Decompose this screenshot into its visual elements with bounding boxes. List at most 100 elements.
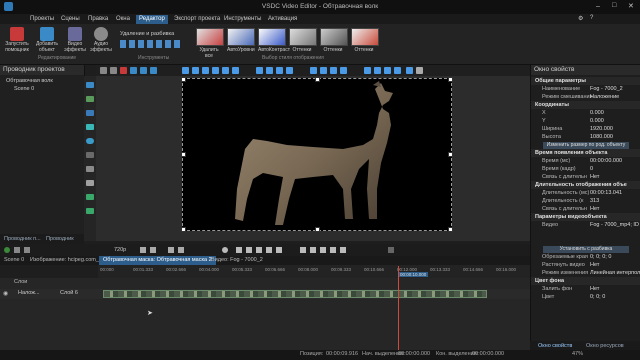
style-thumb-tints-1[interactable]: Оттенки	[289, 28, 317, 53]
property-action-button[interactable]: Изменить размер по род. объекту	[543, 141, 629, 149]
sprite-icon[interactable]	[86, 194, 94, 200]
property-value[interactable]: 0; 0; 0	[590, 293, 605, 301]
property-value[interactable]: Линейная интерпол	[590, 269, 640, 277]
close-icon[interactable]: ✕	[628, 2, 634, 10]
magnet-icon[interactable]	[340, 247, 346, 253]
image-icon[interactable]	[86, 110, 94, 116]
marker-icon[interactable]	[310, 247, 316, 253]
property-value[interactable]: 313	[590, 197, 599, 205]
tab-project-explorer[interactable]: Проводник п...	[2, 235, 43, 243]
property-section-header[interactable]: Время появления объекта	[531, 149, 640, 157]
timer-icon[interactable]	[222, 247, 228, 253]
arrange-icon-1[interactable]	[256, 67, 263, 74]
property-section-header[interactable]: Координаты	[531, 101, 640, 109]
property-row[interactable]: Связь с длительн Нет	[531, 173, 640, 181]
prev-icon[interactable]	[246, 247, 252, 253]
property-row[interactable]: Обрезаемые края 0; 0; 0; 0	[531, 253, 640, 261]
property-row[interactable]: Длительность (мс) 00:00:13.041	[531, 189, 640, 197]
ellipse-icon[interactable]	[86, 138, 94, 144]
menu-tools[interactable]: Инструменты	[221, 15, 264, 24]
property-row[interactable]: Наименование Fog - 7000_2	[531, 85, 640, 93]
property-value[interactable]: 00:00:00.000	[590, 157, 622, 165]
resize-handle-l[interactable]	[181, 152, 186, 157]
align-top-icon[interactable]	[212, 67, 219, 74]
property-value[interactable]: 0	[590, 165, 593, 173]
style-thumb-autocontrast[interactable]: АвтоКонтраст	[258, 28, 290, 53]
resize-handle-tl[interactable]	[181, 77, 186, 82]
property-value[interactable]: Нет	[590, 173, 599, 181]
property-section-header[interactable]: Общие параметры	[531, 77, 640, 85]
chart-icon[interactable]	[86, 180, 94, 186]
menu-projects[interactable]: Проекты	[27, 15, 57, 24]
skip-end-icon[interactable]	[276, 247, 282, 253]
size-icon-1[interactable]	[364, 67, 371, 74]
property-row[interactable]: Время (кадр) 0	[531, 165, 640, 173]
tool-icon-5[interactable]	[140, 67, 147, 74]
property-row[interactable]: X 0.000	[531, 109, 640, 117]
property-section-header[interactable]: Цвет фона	[531, 277, 640, 285]
property-row[interactable]: Ширина 1920.000	[531, 125, 640, 133]
property-row[interactable]: Растянуть видео Нет	[531, 261, 640, 269]
property-value[interactable]: 1920.000	[590, 125, 613, 133]
property-value[interactable]: 1080.000	[590, 133, 613, 141]
settings-icon[interactable]: ⚙	[578, 15, 583, 22]
size-icon-2[interactable]	[374, 67, 381, 74]
tab-scene[interactable]: Scene 0	[0, 256, 28, 265]
property-value[interactable]: Нет	[590, 285, 599, 293]
help-icon[interactable]: ?	[590, 15, 593, 21]
menu-edit[interactable]: Правка	[85, 15, 111, 24]
style-thumb-tints-2[interactable]: Оттенки	[320, 28, 348, 53]
audio-effects-button[interactable]: Аудио эффекты	[88, 27, 114, 53]
property-section-header[interactable]: Параметры видеообъекта	[531, 213, 640, 221]
eye-icon[interactable]: ◉	[3, 290, 8, 297]
tab-resources[interactable]: Окно ресурсов	[584, 342, 626, 350]
distribute-icon-2[interactable]	[320, 67, 327, 74]
menu-scenes[interactable]: Сцены	[58, 15, 83, 24]
size-icon-5[interactable]	[406, 67, 413, 74]
property-row[interactable]: Длительность (к 313	[531, 197, 640, 205]
property-row[interactable]: Залить фон Нет	[531, 285, 640, 293]
property-value[interactable]: Нет	[590, 205, 599, 213]
play-icon[interactable]	[4, 247, 10, 253]
video-clip[interactable]	[103, 290, 487, 298]
tool-icon-6[interactable]	[150, 67, 157, 74]
stop-icon[interactable]	[14, 247, 20, 253]
video-icon[interactable]	[86, 96, 94, 102]
crop-icon[interactable]	[110, 67, 117, 74]
cut-split-label[interactable]: Удаление и разбивка	[120, 31, 174, 37]
tab-clipping-mask[interactable]: Обтравочная маска: Обтравочная маска 2	[99, 256, 216, 265]
property-row[interactable]	[531, 229, 640, 237]
split-icon[interactable]	[320, 247, 326, 253]
menu-editor[interactable]: Редактор	[136, 15, 168, 24]
resize-handle-br[interactable]	[448, 227, 453, 232]
style-thumb-tints-3[interactable]: Оттенки	[351, 28, 379, 53]
menu-windows[interactable]: Окна	[113, 15, 133, 24]
wizard-button[interactable]: Запустить помощник	[4, 27, 30, 53]
delete-icon[interactable]	[120, 67, 127, 74]
subtitle-icon[interactable]	[86, 166, 94, 172]
resize-handle-b[interactable]	[315, 227, 320, 232]
resolution-select[interactable]: 720р	[114, 247, 126, 253]
timeline-ruler[interactable]: 00:000 00:01.333 00:02.666 00:04.000 00:…	[98, 265, 530, 278]
tool-icon-4[interactable]	[130, 67, 137, 74]
resize-handle-r[interactable]	[448, 152, 453, 157]
volume-icon[interactable]	[388, 247, 394, 253]
rectangle-icon[interactable]	[86, 124, 94, 130]
zoom-in-icon[interactable]	[178, 247, 184, 253]
tab-object-explorer[interactable]: Проводник о...	[44, 235, 84, 250]
resize-handle-tr[interactable]	[448, 77, 453, 82]
select-icon[interactable]	[86, 82, 94, 88]
arrange-icon-3[interactable]	[276, 67, 283, 74]
property-value[interactable]: 00:00:13.041	[590, 189, 622, 197]
record-icon[interactable]	[24, 247, 30, 253]
resize-handle-t[interactable]	[315, 77, 320, 82]
add-object-button[interactable]: Добавить объект	[34, 27, 60, 53]
playhead[interactable]	[398, 266, 399, 350]
arrange-icon-2[interactable]	[266, 67, 273, 74]
timeline-tracks[interactable]: Слои ◉ Налож... Слой 6	[0, 278, 530, 350]
property-value[interactable]: Fog - 7000_2	[590, 85, 623, 93]
property-row[interactable]: Высота 1080.000	[531, 133, 640, 141]
menu-activation[interactable]: Активация	[265, 15, 300, 24]
next-icon[interactable]	[266, 247, 272, 253]
scene-preview[interactable]	[181, 77, 453, 232]
